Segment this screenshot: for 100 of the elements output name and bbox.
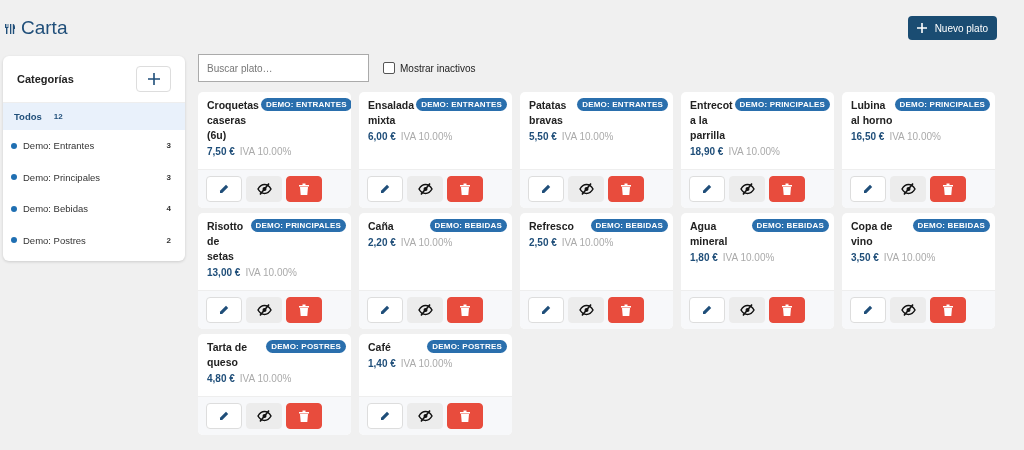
category-count: 2	[166, 235, 171, 245]
tax-rate: IVA 10.00%	[561, 237, 614, 248]
edit-button[interactable]	[689, 297, 725, 323]
tax-rate: IVA 10.00%	[561, 131, 614, 142]
trash-icon	[460, 410, 470, 422]
category-count: 3	[166, 141, 171, 151]
dish-name: Café	[368, 340, 392, 355]
tax-rate: IVA 10.00%	[400, 131, 453, 142]
new-dish-button[interactable]: Nuevo plato	[907, 16, 997, 40]
edit-button[interactable]	[367, 297, 403, 323]
trash-icon	[299, 304, 309, 316]
eye-slash-icon	[900, 304, 916, 316]
category-item[interactable]: Demo: Postres 2	[3, 224, 185, 256]
tax-rate: IVA 10.00%	[239, 146, 292, 157]
delete-button[interactable]	[930, 176, 966, 202]
plus-icon	[916, 23, 927, 33]
hide-button[interactable]	[729, 176, 765, 202]
hide-button[interactable]	[407, 297, 443, 323]
hide-button[interactable]	[246, 176, 282, 202]
dish-name: Ensalada mixta	[368, 98, 415, 128]
dish-name: Caña	[368, 219, 395, 234]
edit-button[interactable]	[528, 297, 564, 323]
delete-button[interactable]	[769, 297, 805, 323]
edit-button[interactable]	[528, 176, 564, 202]
hide-button[interactable]	[890, 297, 926, 323]
hide-button[interactable]	[568, 176, 604, 202]
category-tag: DEMO: ENTRANTES	[577, 98, 668, 111]
category-count: 12	[53, 112, 63, 121]
delete-button[interactable]	[286, 403, 322, 429]
delete-button[interactable]	[608, 176, 644, 202]
trash-icon	[299, 410, 309, 422]
eye-slash-icon	[578, 304, 594, 316]
bullet-icon	[11, 174, 17, 181]
edit-button[interactable]	[206, 297, 242, 323]
dish-price: 5,50 €	[529, 131, 557, 142]
hide-button[interactable]	[407, 403, 443, 429]
category-tag: DEMO: PRINCIPALES	[250, 219, 346, 232]
eye-slash-icon	[417, 183, 433, 195]
dish-price: 18,90 €	[690, 146, 724, 157]
delete-button[interactable]	[930, 297, 966, 323]
pencil-icon	[219, 184, 229, 194]
delete-button[interactable]	[608, 297, 644, 323]
dish-name: Patatas bravas	[529, 98, 568, 128]
category-item[interactable]: Demo: Entrantes 3	[3, 130, 185, 162]
category-label: Demo: Principales	[23, 171, 101, 183]
dish-price: 4,80 €	[207, 373, 235, 384]
tax-rate: IVA 10.00%	[883, 252, 936, 263]
delete-button[interactable]	[447, 297, 483, 323]
dish-name: Croquetas caseras (6u)	[207, 98, 259, 143]
dish-name: Risotto de setas	[207, 219, 245, 264]
dish-name: Refresco	[529, 219, 575, 234]
dish-price: 1,80 €	[690, 252, 718, 263]
hide-button[interactable]	[246, 297, 282, 323]
eye-slash-icon	[739, 183, 755, 195]
trash-icon	[782, 304, 792, 316]
hide-button[interactable]	[568, 297, 604, 323]
tax-rate: IVA 10.00%	[889, 131, 941, 142]
eye-slash-icon	[900, 183, 916, 195]
search-field[interactable]: Buscar plato…	[198, 54, 369, 82]
hide-button[interactable]	[729, 297, 765, 323]
category-item[interactable]: Demo: Principales 3	[3, 161, 185, 193]
tax-rate: IVA 10.00%	[728, 146, 780, 157]
dish-price: 6,00 €	[368, 131, 396, 142]
edit-button[interactable]	[689, 176, 725, 202]
hide-button[interactable]	[890, 176, 926, 202]
dish-name: Lubina al horno	[851, 98, 893, 128]
pencil-icon	[541, 305, 551, 315]
dish-price: 7,50 €	[207, 146, 235, 157]
delete-button[interactable]	[769, 176, 805, 202]
eye-slash-icon	[739, 304, 755, 316]
pencil-icon	[702, 184, 712, 194]
dish-price: 1,40 €	[368, 358, 396, 369]
edit-button[interactable]	[850, 176, 886, 202]
delete-button[interactable]	[447, 176, 483, 202]
category-item[interactable]: Demo: Bebidas 4	[3, 193, 185, 225]
category-label: Demo: Bebidas	[23, 203, 88, 215]
edit-button[interactable]	[367, 403, 403, 429]
category-count: 3	[166, 172, 171, 182]
pencil-icon	[219, 411, 229, 421]
edit-button[interactable]	[206, 403, 242, 429]
add-category-button[interactable]	[136, 66, 171, 92]
dish-price: 2,20 €	[368, 237, 396, 248]
pencil-icon	[702, 305, 712, 315]
category-tag: DEMO: PRINCIPALES	[894, 98, 990, 111]
delete-button[interactable]	[447, 403, 483, 429]
dish-name: Agua mineral	[690, 219, 729, 249]
pencil-icon	[863, 305, 873, 315]
dish-price: 16,50 €	[851, 131, 885, 142]
pencil-icon	[380, 305, 390, 315]
edit-button[interactable]	[206, 176, 242, 202]
delete-button[interactable]	[286, 297, 322, 323]
hide-button[interactable]	[407, 176, 443, 202]
tax-rate: IVA 10.00%	[245, 267, 297, 278]
edit-button[interactable]	[367, 176, 403, 202]
bullet-icon	[11, 205, 17, 212]
edit-button[interactable]	[850, 297, 886, 323]
category-item[interactable]: Todos 12	[3, 103, 185, 130]
delete-button[interactable]	[286, 176, 322, 202]
hide-button[interactable]	[246, 403, 282, 429]
category-tag: DEMO: BEBIDAS	[751, 219, 829, 232]
